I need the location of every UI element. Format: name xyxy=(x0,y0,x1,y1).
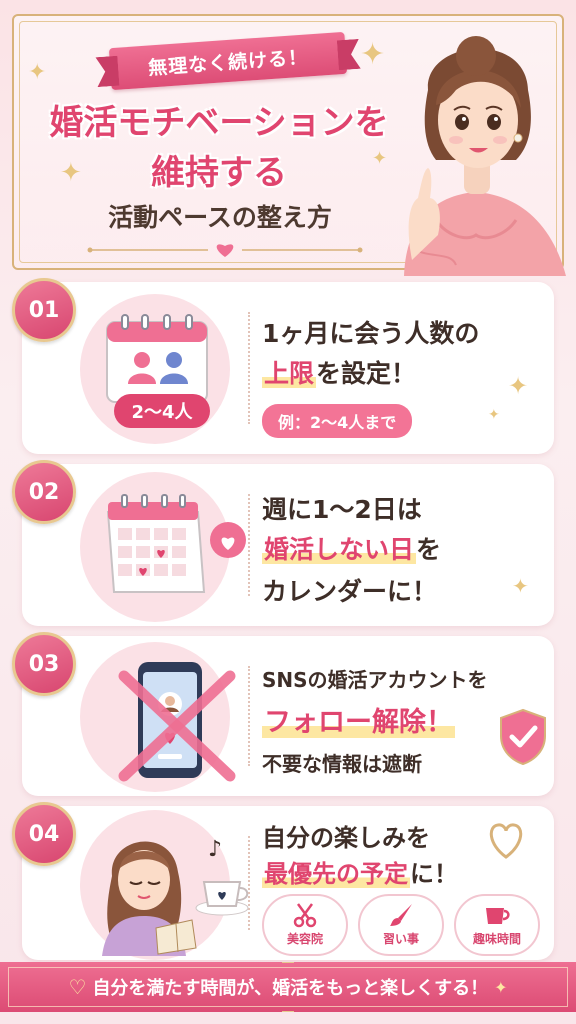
scissors-icon xyxy=(264,896,346,928)
hobby-item-salon: 美容院 xyxy=(262,894,348,956)
card-divider xyxy=(248,666,250,766)
page-subtitle: 活動ペースの整え方 xyxy=(108,203,332,232)
title-line-2: 維持する xyxy=(151,153,287,193)
coffee-cup-icon xyxy=(456,896,538,928)
sparkle-icon: ✦ xyxy=(512,574,529,598)
hobby-label: 習い事 xyxy=(382,932,419,946)
heart-ornament-icon xyxy=(87,244,363,257)
tip-card-03: 03 SNSの婚活アカウントを フォロー解除！ 不要な情報は遮断 xyxy=(12,632,554,796)
tip-line-2: 婚活しない日を xyxy=(262,530,441,566)
svg-text:♪: ♪ xyxy=(208,837,222,862)
title-line-1: 婚活モチベーションを xyxy=(49,103,389,143)
hobby-label: 美容院 xyxy=(286,932,323,946)
tip-number-badge: 02 xyxy=(12,460,76,524)
shield-check-icon xyxy=(500,708,546,766)
infographic-page: ✦ ✦ ✦ ✦ 無理なく続ける！ 婚活モチベーションを 維持する 活動ペースの整… xyxy=(0,0,576,1024)
tip-number-badge: 01 xyxy=(12,278,76,342)
footer-inner-border xyxy=(8,967,568,1007)
card-divider xyxy=(248,312,250,424)
tip-card-04: 04 ♪ 自分の楽しみを 最優先の予定に！ 美容院 習い事 趣味時間 xyxy=(12,802,554,960)
tip-line-1: 1ヶ月に会う人数の xyxy=(262,319,480,348)
tip-line-2: フォロー解除！ xyxy=(262,700,455,739)
tip-card-02: 02 週に1〜2日は 婚活しない日を カレンダーに！ ✦ xyxy=(12,460,554,626)
calendar-heart-icon xyxy=(106,494,246,593)
woman-illustration xyxy=(404,36,566,276)
tip-example-pill: 例：2〜4人まで xyxy=(262,404,413,438)
brush-icon xyxy=(360,896,442,928)
tip-line-1: SNSの婚活アカウントを xyxy=(262,668,488,692)
hobby-item-free-time: 趣味時間 xyxy=(454,894,540,956)
tip-line-3: 不要な情報は遮断 xyxy=(262,752,422,776)
tip-highlight: フォロー解除！ xyxy=(262,707,455,738)
card-divider xyxy=(248,494,250,596)
sparkle-icon: ✦ xyxy=(488,407,500,423)
tip-line-2-rest: に！ xyxy=(410,860,458,888)
heart-outline-icon xyxy=(489,823,523,859)
tip-highlight: 婚活しない日 xyxy=(262,535,417,564)
relaxing-woman-illustration: ♪ xyxy=(102,837,249,956)
tip-line-3: カレンダーに！ xyxy=(262,577,438,606)
tip-number-badge: 04 xyxy=(12,802,76,866)
tip-line-2: 最優先の予定に！ xyxy=(262,854,458,889)
tip-line-2-rest: を設定！ xyxy=(316,359,417,388)
tip-card-01: 01 2〜4人 1ヶ月に会う人数の 上限を設定！ 例：2〜4人まで ✦ ✦ xyxy=(12,278,554,454)
tip-highlight: 上限 xyxy=(262,359,317,388)
tip-line-2-rest: を xyxy=(416,535,442,564)
phone-unfollow-icon xyxy=(118,662,236,782)
footer-banner: ♡ 自分を満たす時間が、婚活をもっと楽しくする！ ✦ xyxy=(0,962,576,1012)
tip-highlight: 最優先の予定 xyxy=(262,860,410,888)
people-count-badge: 2〜4人 xyxy=(114,394,210,428)
sparkle-icon: ✦ xyxy=(508,372,529,400)
tip-line-1: 自分の楽しみを xyxy=(262,824,430,852)
sparkle-icon: ✦ xyxy=(28,60,47,85)
hobby-label: 趣味時間 xyxy=(472,932,521,946)
tip-line-2: 上限を設定！ xyxy=(262,354,416,390)
page-title: 婚活モチベーションを 維持する xyxy=(34,98,404,198)
tip-line-1: 週に1〜2日は xyxy=(262,495,422,524)
card-divider xyxy=(248,836,250,930)
hobby-item-lessons: 習い事 xyxy=(358,894,444,956)
tip-number-badge: 03 xyxy=(12,632,76,696)
